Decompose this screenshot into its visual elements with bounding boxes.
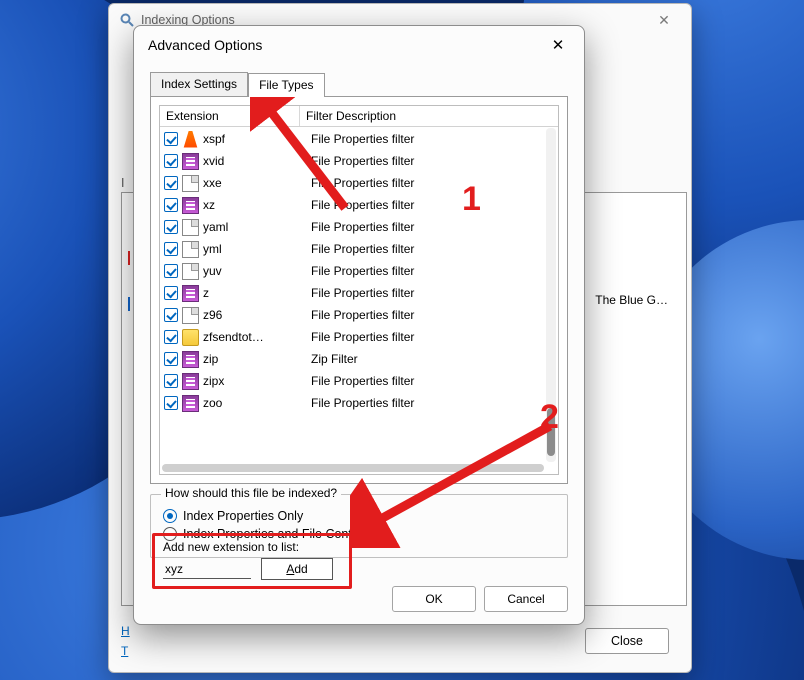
dialog-advanced-options: Advanced Options ✕ Index Settings File T…	[133, 25, 585, 625]
table-row[interactable]: yuvFile Properties filter	[160, 260, 544, 282]
troubleshoot-link[interactable]: T	[121, 644, 128, 658]
filetype-icon	[182, 241, 199, 258]
magnifier-icon	[119, 12, 135, 28]
cell-extension: zoo	[203, 396, 311, 410]
add-extension-box: Add new extension to list: Add	[152, 533, 352, 589]
outer-close-button[interactable]: ✕	[641, 12, 687, 29]
cell-filter: File Properties filter	[311, 198, 544, 212]
table-row[interactable]: xvidFile Properties filter	[160, 150, 544, 172]
checkbox-icon[interactable]	[164, 242, 178, 256]
checkbox-icon[interactable]	[164, 286, 178, 300]
cell-filter: Zip Filter	[311, 352, 544, 366]
right-list-item: The Blue G…	[595, 293, 668, 307]
column-header-filter[interactable]: Filter Description	[300, 106, 558, 126]
radio-icon	[163, 509, 177, 523]
scrollbar-horizontal[interactable]	[162, 464, 544, 472]
checkbox-icon[interactable]	[164, 198, 178, 212]
filetype-icon	[182, 175, 199, 192]
filetype-icon	[182, 351, 199, 368]
table-row[interactable]: zipxFile Properties filter	[160, 370, 544, 392]
help-link[interactable]: H	[121, 624, 130, 638]
checkbox-icon[interactable]	[164, 220, 178, 234]
filetype-icon	[182, 373, 199, 390]
cell-extension: z	[203, 286, 311, 300]
tabstrip: Index Settings File Types	[150, 72, 568, 96]
cell-extension: zip	[203, 352, 311, 366]
table-row[interactable]: zipZip Filter	[160, 348, 544, 370]
cell-filter: File Properties filter	[311, 242, 544, 256]
checkbox-icon[interactable]	[164, 330, 178, 344]
cell-filter: File Properties filter	[311, 176, 544, 190]
cell-extension: yuv	[203, 264, 311, 278]
radio-properties-only[interactable]: Index Properties Only	[163, 509, 555, 523]
tab-index-settings[interactable]: Index Settings	[150, 72, 248, 96]
table-row[interactable]: zooFile Properties filter	[160, 392, 544, 414]
cell-extension: xvid	[203, 154, 311, 168]
table-row[interactable]: xspfFile Properties filter	[160, 128, 544, 150]
filetype-icon	[182, 395, 199, 412]
cell-extension: yaml	[203, 220, 311, 234]
filetype-icon	[182, 307, 199, 324]
cell-extension: z96	[203, 308, 311, 322]
checkbox-icon[interactable]	[164, 352, 178, 366]
cell-filter: File Properties filter	[311, 396, 544, 410]
filetype-icon	[182, 263, 199, 280]
filetype-icon	[182, 285, 199, 302]
dialog-title: Advanced Options	[148, 37, 262, 53]
table-row[interactable]: yamlFile Properties filter	[160, 216, 544, 238]
filetype-icon	[182, 329, 199, 346]
cell-filter: File Properties filter	[311, 132, 544, 146]
list-marker-icon	[128, 251, 130, 265]
ok-button[interactable]: OK	[392, 586, 476, 612]
filetype-icon	[182, 219, 199, 236]
cell-extension: yml	[203, 242, 311, 256]
cell-filter: File Properties filter	[311, 286, 544, 300]
filetype-icon	[182, 197, 199, 214]
tab-file-types[interactable]: File Types	[248, 73, 324, 97]
add-button[interactable]: Add	[261, 558, 333, 580]
dialog-titlebar[interactable]: Advanced Options ✕	[134, 26, 584, 64]
cell-extension: xspf	[203, 132, 311, 146]
filetype-icon	[182, 153, 199, 170]
tab-panel-file-types: Extension Filter Description xspfFile Pr…	[150, 96, 568, 484]
table-row[interactable]: xxeFile Properties filter	[160, 172, 544, 194]
cell-filter: File Properties filter	[311, 220, 544, 234]
cell-extension: xz	[203, 198, 311, 212]
cancel-button[interactable]: Cancel	[484, 586, 568, 612]
group-legend: How should this file be indexed?	[161, 486, 341, 500]
cell-filter: File Properties filter	[311, 308, 544, 322]
scrollbar-thumb[interactable]	[547, 408, 555, 456]
extension-input[interactable]	[163, 559, 251, 579]
cell-filter: File Properties filter	[311, 330, 544, 344]
table-row[interactable]: zfsendtot…File Properties filter	[160, 326, 544, 348]
table-row[interactable]: ymlFile Properties filter	[160, 238, 544, 260]
dialog-close-button[interactable]: ✕	[538, 30, 578, 60]
cell-filter: File Properties filter	[311, 374, 544, 388]
cell-filter: File Properties filter	[311, 154, 544, 168]
scrollbar-vertical[interactable]	[546, 128, 556, 462]
cell-filter: File Properties filter	[311, 264, 544, 278]
checkbox-icon[interactable]	[164, 264, 178, 278]
table-row[interactable]: zFile Properties filter	[160, 282, 544, 304]
checkbox-icon[interactable]	[164, 308, 178, 322]
filetype-icon	[182, 131, 199, 148]
table-row[interactable]: z96File Properties filter	[160, 304, 544, 326]
add-extension-label: Add new extension to list:	[163, 540, 341, 554]
checkbox-icon[interactable]	[164, 396, 178, 410]
table-row[interactable]: xzFile Properties filter	[160, 194, 544, 216]
checkbox-icon[interactable]	[164, 132, 178, 146]
extensions-table: Extension Filter Description xspfFile Pr…	[159, 105, 559, 475]
list-marker-icon	[128, 297, 130, 311]
cell-extension: xxe	[203, 176, 311, 190]
radio-label: Index Properties Only	[183, 509, 303, 523]
close-button[interactable]: Close	[585, 628, 669, 654]
cell-extension: zfsendtot…	[203, 330, 311, 344]
checkbox-icon[interactable]	[164, 374, 178, 388]
checkbox-icon[interactable]	[164, 176, 178, 190]
cell-extension: zipx	[203, 374, 311, 388]
column-header-extension[interactable]: Extension	[160, 106, 300, 126]
checkbox-icon[interactable]	[164, 154, 178, 168]
